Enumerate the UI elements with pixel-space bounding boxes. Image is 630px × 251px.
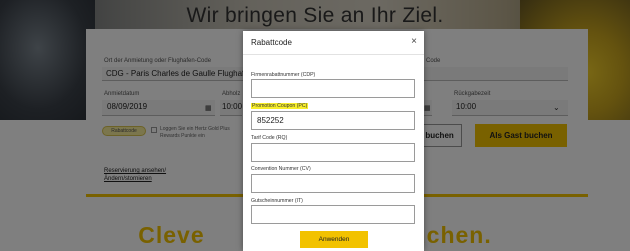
cv-input[interactable]: [251, 174, 415, 193]
rabattcode-modal: Rabattcode × Firmenrabattnummer (CDP) Pr…: [243, 31, 424, 251]
pc-label: Promotion Coupon (PC): [251, 103, 309, 109]
rq-input[interactable]: [251, 143, 415, 162]
close-icon[interactable]: ×: [411, 36, 417, 47]
cdp-label: Firmenrabattnummer (CDP): [251, 72, 316, 78]
modal-title: Rabattcode: [251, 38, 292, 47]
rq-label: Tarif Code (RQ): [251, 135, 288, 141]
cdp-input[interactable]: [251, 79, 415, 98]
it-input[interactable]: [251, 205, 415, 224]
modal-header: Rabattcode ×: [243, 31, 424, 55]
apply-button[interactable]: Anwenden: [300, 231, 368, 248]
pc-input[interactable]: [251, 111, 415, 130]
it-label: Gutscheinnummer (IT): [251, 198, 303, 204]
cv-label: Convention Nummer (CV): [251, 166, 311, 172]
